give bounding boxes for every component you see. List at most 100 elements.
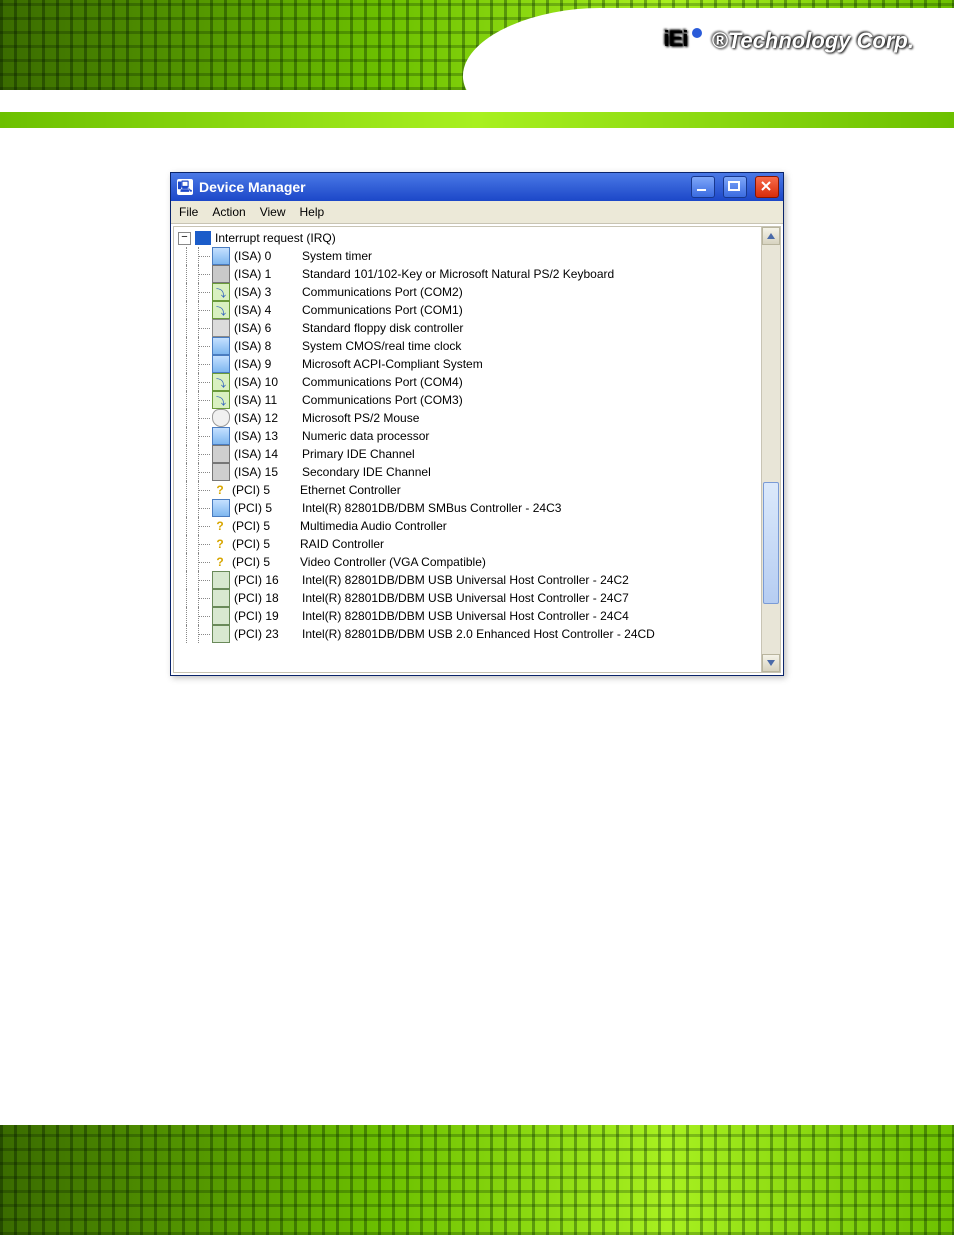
tree-item[interactable]: (ISA) 10Communications Port (COM4) xyxy=(178,373,761,391)
collapse-icon[interactable]: − xyxy=(178,232,191,245)
warning-icon: ? xyxy=(212,554,228,570)
device-icon xyxy=(212,625,230,643)
tree-item-label: Microsoft PS/2 Mouse xyxy=(302,411,419,425)
tree-item-label: Intel(R) 82801DB/DBM USB 2.0 Enhanced Ho… xyxy=(302,627,655,641)
device-tree[interactable]: − Interrupt request (IRQ) (ISA) 0System … xyxy=(174,227,761,672)
tree-item[interactable]: (ISA) 9Microsoft ACPI-Compliant System xyxy=(178,355,761,373)
tree-item[interactable]: (PCI) 5Intel(R) 82801DB/DBM SMBus Contro… xyxy=(178,499,761,517)
tree-item-label: Multimedia Audio Controller xyxy=(300,519,447,533)
tree-item[interactable]: ? (PCI) 5Video Controller (VGA Compatible… xyxy=(178,553,761,571)
device-icon xyxy=(212,445,230,463)
tree-item[interactable]: (ISA) 6Standard floppy disk controller xyxy=(178,319,761,337)
tree-item-label: Intel(R) 82801DB/DBM USB Universal Host … xyxy=(302,573,629,587)
tree-item-bus: (ISA) 12 xyxy=(234,411,302,425)
tree-item-label: System CMOS/real time clock xyxy=(302,339,461,353)
tree-item[interactable]: (PCI) 19Intel(R) 82801DB/DBM USB Univers… xyxy=(178,607,761,625)
warning-icon: ? xyxy=(212,482,228,498)
tree-item-label: Standard floppy disk controller xyxy=(302,321,463,335)
close-button[interactable] xyxy=(755,176,779,198)
tree-item-bus: (PCI) 5 xyxy=(232,537,300,551)
tree-item[interactable]: (ISA) 3Communications Port (COM2) xyxy=(178,283,761,301)
tree-item[interactable]: (ISA) 15Secondary IDE Channel xyxy=(178,463,761,481)
device-icon xyxy=(212,571,230,589)
menubar: File Action View Help xyxy=(171,201,783,224)
tree-item-label: Intel(R) 82801DB/DBM USB Universal Host … xyxy=(302,591,629,605)
tree-item-bus: (ISA) 1 xyxy=(234,267,302,281)
device-icon xyxy=(212,427,230,445)
tree-item[interactable]: (ISA) 4Communications Port (COM1) xyxy=(178,301,761,319)
irq-category-icon xyxy=(195,231,211,245)
tree-item-label: Primary IDE Channel xyxy=(302,447,415,461)
window-titlebar[interactable]: 🖳 Device Manager xyxy=(171,173,783,201)
tree-item[interactable]: (ISA) 0System timer xyxy=(178,247,761,265)
device-icon xyxy=(212,499,230,517)
tree-item-bus: (PCI) 16 xyxy=(234,573,302,587)
tree-item-bus: (ISA) 9 xyxy=(234,357,302,371)
tree-item[interactable]: (PCI) 23Intel(R) 82801DB/DBM USB 2.0 Enh… xyxy=(178,625,761,643)
tree-item[interactable]: (PCI) 16Intel(R) 82801DB/DBM USB Univers… xyxy=(178,571,761,589)
page-footer-decoration xyxy=(0,1125,954,1235)
tree-item-bus: (PCI) 18 xyxy=(234,591,302,605)
device-icon xyxy=(212,319,230,337)
tree-item[interactable]: (ISA) 8System CMOS/real time clock xyxy=(178,337,761,355)
tree-item-label: Intel(R) 82801DB/DBM SMBus Controller - … xyxy=(302,501,561,515)
scroll-down-button[interactable] xyxy=(762,654,780,672)
tree-item[interactable]: (ISA) 13Numeric data processor xyxy=(178,427,761,445)
tree-item[interactable]: (ISA) 14Primary IDE Channel xyxy=(178,445,761,463)
maximize-button[interactable] xyxy=(723,176,747,198)
device-icon xyxy=(212,589,230,607)
device-icon xyxy=(212,283,230,301)
tree-item-bus: (ISA) 14 xyxy=(234,447,302,461)
tree-item-bus: (ISA) 6 xyxy=(234,321,302,335)
device-icon xyxy=(212,247,230,265)
page-header-accent-bar xyxy=(0,112,954,128)
tree-item-bus: (PCI) 23 xyxy=(234,627,302,641)
tree-item-bus: (PCI) 5 xyxy=(232,483,300,497)
tree-item-label: Ethernet Controller xyxy=(300,483,401,497)
tree-item-bus: (ISA) 0 xyxy=(234,249,302,263)
tree-item[interactable]: (ISA) 1Standard 101/102-Key or Microsoft… xyxy=(178,265,761,283)
tree-item-label: Video Controller (VGA Compatible) xyxy=(300,555,486,569)
scroll-thumb[interactable] xyxy=(763,482,779,604)
warning-icon: ? xyxy=(212,536,228,552)
device-icon xyxy=(212,301,230,319)
device-manager-window: 🖳 Device Manager File Action View Help −… xyxy=(170,172,784,676)
tree-item[interactable]: (PCI) 18Intel(R) 82801DB/DBM USB Univers… xyxy=(178,589,761,607)
tree-item-bus: (PCI) 19 xyxy=(234,609,302,623)
tree-item-bus: (ISA) 15 xyxy=(234,465,302,479)
device-icon xyxy=(212,337,230,355)
tree-item-label: Secondary IDE Channel xyxy=(302,465,431,479)
scroll-track[interactable] xyxy=(762,245,780,654)
device-icon xyxy=(212,391,230,409)
tree-item-bus: (PCI) 5 xyxy=(234,501,302,515)
tree-item-label: Intel(R) 82801DB/DBM USB Universal Host … xyxy=(302,609,629,623)
tree-item-bus: (ISA) 10 xyxy=(234,375,302,389)
tree-root-row[interactable]: − Interrupt request (IRQ) xyxy=(178,231,761,247)
tree-item-label: RAID Controller xyxy=(300,537,384,551)
tree-item[interactable]: ? (PCI) 5Ethernet Controller xyxy=(178,481,761,499)
menu-file[interactable]: File xyxy=(179,205,198,219)
tree-item-bus: (PCI) 5 xyxy=(232,555,300,569)
device-icon xyxy=(212,409,230,427)
tree-item-bus: (ISA) 8 xyxy=(234,339,302,353)
brand-logo-icon xyxy=(660,24,706,58)
tree-item-label: Communications Port (COM4) xyxy=(302,375,463,389)
scroll-up-button[interactable] xyxy=(762,227,780,245)
tree-item-label: Communications Port (COM3) xyxy=(302,393,463,407)
device-icon xyxy=(212,607,230,625)
brand-block: ®Technology Corp. xyxy=(660,24,914,58)
tree-item[interactable]: ?(PCI) 5Multimedia Audio Controller xyxy=(178,517,761,535)
tree-item[interactable]: (ISA) 11Communications Port (COM3) xyxy=(178,391,761,409)
device-manager-icon: 🖳 xyxy=(177,179,193,195)
menu-action[interactable]: Action xyxy=(212,205,245,219)
tree-item[interactable]: ? (PCI) 5RAID Controller xyxy=(178,535,761,553)
device-icon xyxy=(212,463,230,481)
window-title: Device Manager xyxy=(199,179,683,195)
vertical-scrollbar[interactable] xyxy=(761,227,780,672)
tree-area: − Interrupt request (IRQ) (ISA) 0System … xyxy=(173,226,781,673)
minimize-button[interactable] xyxy=(691,176,715,198)
tree-item[interactable]: (ISA) 12Microsoft PS/2 Mouse xyxy=(178,409,761,427)
menu-help[interactable]: Help xyxy=(300,205,325,219)
menu-view[interactable]: View xyxy=(260,205,286,219)
device-icon xyxy=(212,373,230,391)
